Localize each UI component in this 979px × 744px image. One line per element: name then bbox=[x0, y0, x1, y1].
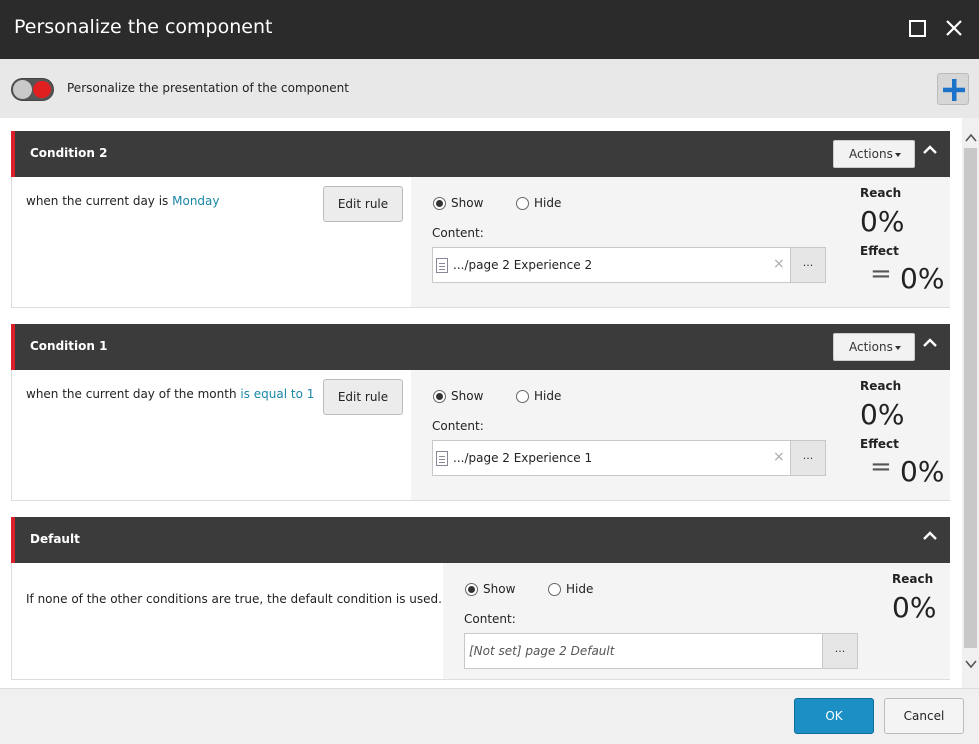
show-radio[interactable] bbox=[433, 390, 446, 403]
add-condition-button[interactable] bbox=[937, 73, 969, 105]
rule-prefix: when the current day of the month bbox=[26, 387, 241, 401]
condition-action-panel: Show Hide Content: .../page 2 Experience… bbox=[411, 370, 950, 500]
condition-panel: Condition 1 Actions when the current day… bbox=[11, 324, 950, 501]
show-label: Show bbox=[451, 389, 484, 403]
content-label: Content: bbox=[432, 419, 484, 433]
clear-icon[interactable]: × bbox=[773, 449, 785, 465]
content-label: Content: bbox=[464, 612, 516, 626]
condition-action-panel: Show Hide Content: [Not set] page 2 Defa… bbox=[443, 563, 950, 679]
close-icon[interactable] bbox=[944, 17, 964, 39]
reach-label: Reach bbox=[860, 186, 902, 200]
edit-rule-button[interactable]: Edit rule bbox=[323, 186, 403, 222]
reach-value: 0% bbox=[892, 591, 937, 624]
content-field[interactable]: [Not set] page 2 Default ... bbox=[464, 633, 858, 669]
plus-icon bbox=[943, 79, 965, 101]
toggle-knob bbox=[13, 80, 32, 99]
condition-body: when the current day is Monday Edit rule… bbox=[11, 177, 950, 308]
default-text: If none of the other conditions are true… bbox=[26, 592, 442, 606]
maximize-icon[interactable] bbox=[909, 20, 926, 37]
content-value: [Not set] page 2 Default bbox=[469, 644, 615, 658]
condition-body: when the current day of the month is equ… bbox=[11, 370, 950, 501]
conditions-list: Condition 2 Actions when the current day… bbox=[0, 118, 979, 688]
document-icon bbox=[436, 451, 448, 466]
condition-body: If none of the other conditions are true… bbox=[11, 563, 950, 680]
show-radio[interactable] bbox=[465, 583, 478, 596]
rule-text: when the current day of the month is equ… bbox=[26, 387, 314, 401]
show-radio[interactable] bbox=[433, 197, 446, 210]
caret-down-icon bbox=[894, 345, 901, 350]
hide-radio[interactable] bbox=[548, 583, 561, 596]
browse-button[interactable]: ... bbox=[822, 634, 857, 668]
document-icon bbox=[436, 258, 448, 273]
caret-down-icon bbox=[894, 152, 901, 157]
cancel-button[interactable]: Cancel bbox=[884, 698, 964, 734]
show-label: Show bbox=[483, 582, 516, 596]
edit-rule-button[interactable]: Edit rule bbox=[323, 379, 403, 415]
hide-label: Hide bbox=[566, 582, 594, 596]
condition-panel: Condition 2 Actions when the current day… bbox=[11, 131, 950, 308]
personalize-toggle-label: Personalize the presentation of the comp… bbox=[67, 81, 349, 95]
toggle-off-indicator bbox=[33, 81, 51, 98]
chevron-up-icon[interactable] bbox=[921, 336, 939, 350]
condition-action-panel: Show Hide Content: .../page 2 Experience… bbox=[411, 177, 950, 307]
actions-dropdown-button[interactable]: Actions bbox=[833, 333, 915, 361]
personalize-toggle[interactable] bbox=[11, 78, 54, 101]
reach-label: Reach bbox=[860, 379, 902, 393]
content-label: Content: bbox=[432, 226, 484, 240]
rule-link[interactable]: Monday bbox=[172, 194, 219, 208]
browse-button[interactable]: ... bbox=[790, 441, 825, 475]
effect-label: Effect bbox=[860, 437, 899, 451]
content-value: .../page 2 Experience 2 bbox=[453, 258, 593, 272]
scroll-down-icon[interactable] bbox=[965, 658, 977, 670]
actions-dropdown-button[interactable]: Actions bbox=[833, 140, 915, 168]
hide-label: Hide bbox=[534, 196, 562, 210]
ok-button[interactable]: OK bbox=[794, 698, 874, 734]
dialog-titlebar: Personalize the component bbox=[0, 0, 979, 59]
rule-link[interactable]: is equal to 1 bbox=[240, 387, 314, 401]
reach-label: Reach bbox=[892, 572, 934, 586]
scroll-up-icon[interactable] bbox=[965, 132, 977, 144]
effect-equal-icon: = bbox=[870, 259, 892, 289]
reach-value: 0% bbox=[860, 205, 905, 238]
condition-header[interactable]: Default bbox=[11, 517, 950, 563]
hide-label: Hide bbox=[534, 389, 562, 403]
default-condition-panel: Default If none of the other conditions … bbox=[11, 517, 950, 680]
effect-label: Effect bbox=[860, 244, 899, 258]
reach-value: 0% bbox=[860, 398, 905, 431]
rule-prefix: when the current day is bbox=[26, 194, 173, 208]
content-value: .../page 2 Experience 1 bbox=[453, 451, 593, 465]
chevron-up-icon[interactable] bbox=[921, 529, 939, 543]
actions-label: Actions bbox=[849, 340, 893, 354]
dialog-title: Personalize the component bbox=[14, 16, 273, 38]
clear-icon[interactable]: × bbox=[773, 256, 785, 272]
hide-radio[interactable] bbox=[516, 390, 529, 403]
effect-value: 0% bbox=[900, 455, 945, 488]
content-field[interactable]: .../page 2 Experience 2 × ... bbox=[432, 247, 826, 283]
condition-name: Default bbox=[30, 532, 80, 546]
condition-header[interactable]: Condition 2 Actions bbox=[11, 131, 950, 177]
browse-button[interactable]: ... bbox=[790, 248, 825, 282]
effect-value: 0% bbox=[900, 262, 945, 295]
hide-radio[interactable] bbox=[516, 197, 529, 210]
content-field[interactable]: .../page 2 Experience 1 × ... bbox=[432, 440, 826, 476]
condition-header[interactable]: Condition 1 Actions bbox=[11, 324, 950, 370]
show-label: Show bbox=[451, 196, 484, 210]
vertical-scrollbar[interactable] bbox=[962, 118, 979, 688]
effect-equal-icon: = bbox=[870, 452, 892, 482]
actions-label: Actions bbox=[849, 147, 893, 161]
condition-name: Condition 1 bbox=[30, 339, 108, 353]
scrollbar-thumb[interactable] bbox=[964, 148, 977, 648]
chevron-up-icon[interactable] bbox=[921, 143, 939, 157]
condition-name: Condition 2 bbox=[30, 146, 108, 160]
rule-text: when the current day is Monday bbox=[26, 194, 220, 208]
